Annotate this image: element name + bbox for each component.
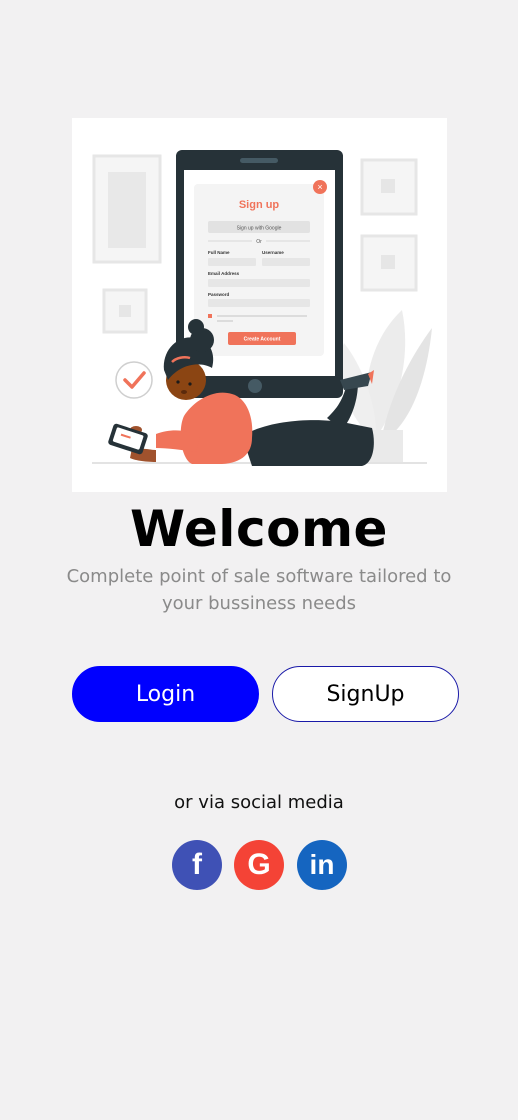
password-label: Password [208,292,230,297]
google-signup-text: Sign up with Google [237,226,282,232]
signup-button[interactable]: SignUp [272,666,459,722]
create-account-text: Create Account [244,337,281,343]
or-divider-text: Or [256,239,262,245]
linkedin-icon: in [309,849,335,880]
google-icon: G [247,848,271,881]
close-form-icon: × [317,182,322,192]
signup-button-label: SignUp [326,681,405,707]
welcome-screen: × Sign up Sign up with Google Or Full Na… [0,0,518,1120]
username-label: Username [262,250,284,255]
linkedin-login-button[interactable]: in [297,840,347,890]
login-button-label: Login [135,681,196,707]
login-button[interactable]: Login [72,666,259,722]
welcome-title: Welcome [130,500,388,558]
hero-illustration: × Sign up Sign up with Google Or Full Na… [72,118,447,492]
welcome-subtitle: Complete point of sale software tailored… [66,566,452,614]
social-media-label: or via social media [174,792,344,813]
full-name-label: Full Name [208,250,230,255]
google-login-button[interactable]: G [234,840,284,890]
email-label: Email Address [208,271,240,276]
form-title: Sign up [239,199,280,211]
facebook-icon: f [192,848,202,881]
facebook-login-button[interactable]: f [172,840,222,890]
